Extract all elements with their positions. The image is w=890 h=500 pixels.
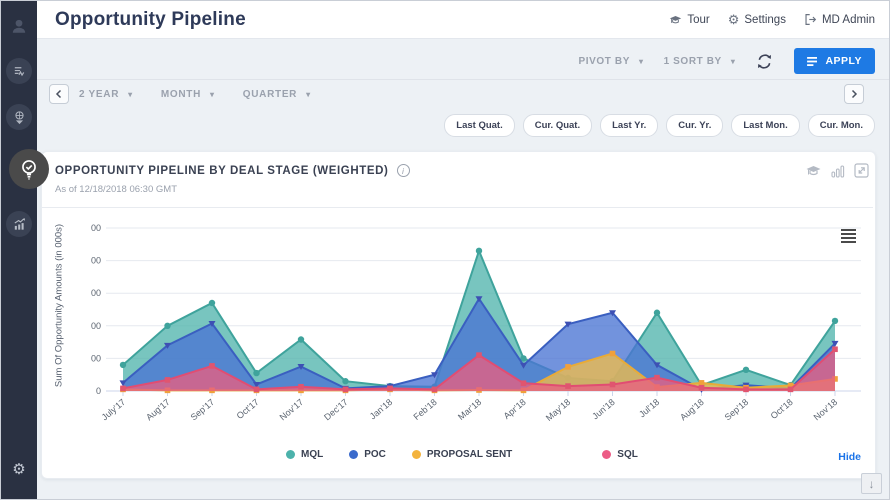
growth-chart-icon[interactable]: [6, 211, 32, 237]
sidebar-item-insights-active[interactable]: [9, 149, 49, 189]
chart-card-actions: [805, 163, 869, 178]
learn-graduation-cap-icon[interactable]: [805, 164, 822, 178]
page-title: Opportunity Pipeline: [55, 9, 246, 31]
chevron-down-icon: ▾: [639, 57, 644, 66]
svg-text:300: 300: [91, 288, 101, 298]
sidebar: ⚙: [1, 1, 37, 499]
top-header: Opportunity Pipeline Tour ⚙ Settings MD …: [37, 1, 889, 39]
time-range-dropdowns: 2 YEAR▾ MONTH▾ QUARTER▾: [79, 84, 311, 104]
section-divider: [37, 79, 889, 80]
svg-text:100: 100: [91, 353, 101, 363]
prev-period-button[interactable]: [49, 84, 69, 104]
card-divider: [42, 207, 873, 208]
svg-text:200: 200: [91, 321, 101, 331]
pivot-by-dropdown[interactable]: PIVOT BY▾: [579, 56, 644, 67]
settings-button[interactable]: ⚙ Settings: [728, 12, 786, 28]
account-label: MD Admin: [822, 14, 875, 26]
legend-item-poc[interactable]: POC: [349, 449, 386, 460]
info-icon[interactable]: i: [397, 164, 410, 177]
svg-text:500: 500: [91, 223, 101, 233]
y-axis-title: Sum Of Opportunity Amounts (in 000s): [54, 191, 65, 421]
svg-text:Nov'18: Nov'18: [812, 397, 840, 422]
svg-text:Aug'17: Aug'17: [144, 397, 172, 422]
tour-button[interactable]: Tour: [669, 14, 709, 26]
mql-color-dot: [286, 450, 295, 459]
chart-card-title: OPPORTUNITY PIPELINE BY DEAL STAGE (WEIG…: [55, 165, 389, 177]
filter-last-month[interactable]: Last Mon.: [731, 114, 799, 137]
apply-label: APPLY: [825, 55, 862, 67]
expand-icon[interactable]: [854, 163, 869, 178]
refresh-button[interactable]: [755, 52, 774, 71]
svg-text:Apr'18: Apr'18: [502, 397, 528, 421]
legend-item-mql[interactable]: MQL: [286, 449, 323, 460]
chart-type-icon[interactable]: [831, 164, 845, 178]
chevron-down-icon: ▾: [128, 90, 133, 99]
svg-text:July'17: July'17: [100, 397, 128, 422]
tour-label: Tour: [687, 14, 709, 26]
gear-icon: ⚙: [728, 12, 740, 28]
svg-text:Sep'18: Sep'18: [723, 397, 751, 422]
chevron-down-icon: ▾: [731, 57, 736, 66]
range-dropdown-quarter[interactable]: QUARTER▾: [243, 89, 311, 100]
filter-last-quarter[interactable]: Last Quat.: [444, 114, 514, 137]
filter-current-year[interactable]: Cur. Yr.: [666, 114, 723, 137]
range-dropdown-2year[interactable]: 2 YEAR▾: [79, 89, 133, 100]
svg-text:Jun'18: Jun'18: [590, 397, 617, 422]
filter-last-year[interactable]: Last Yr.: [600, 114, 658, 137]
svg-text:Mar'18: Mar'18: [456, 397, 483, 422]
apply-button[interactable]: APPLY: [794, 48, 875, 74]
svg-text:Dec'17: Dec'17: [322, 397, 350, 422]
list-icon: [807, 57, 818, 66]
account-menu[interactable]: MD Admin: [804, 13, 875, 26]
poc-color-dot: [349, 450, 358, 459]
sql-color-dot: [602, 450, 611, 459]
user-avatar-icon[interactable]: [6, 13, 32, 39]
sort-by-dropdown[interactable]: 1 SORT BY▾: [664, 56, 736, 67]
chevron-down-icon: ▾: [210, 90, 215, 99]
legend-item-sql[interactable]: SQL: [602, 449, 638, 460]
svg-text:May'18: May'18: [544, 397, 572, 423]
svg-text:Aug'18: Aug'18: [678, 397, 706, 422]
chevron-down-icon: ▾: [306, 90, 311, 99]
graduation-cap-icon: [669, 14, 682, 26]
svg-text:Jul'18: Jul'18: [637, 397, 661, 420]
chart-legend: MQL POC PROPOSAL SENT SQL: [286, 449, 638, 460]
proposal-sent-color-dot: [412, 450, 421, 459]
range-dropdown-month[interactable]: MONTH▾: [161, 89, 215, 100]
app-window: ⚙ Opportunity Pipeline Tour ⚙ Settings M…: [0, 0, 890, 500]
sidebar-settings-gear-icon[interactable]: ⚙: [6, 456, 32, 482]
as-of-timestamp: As of 12/18/2018 06:30 GMT: [55, 184, 177, 195]
quick-filters: Last Quat. Cur. Quat. Last Yr. Cur. Yr. …: [444, 114, 875, 137]
svg-text:0: 0: [96, 386, 101, 396]
svg-text:Jan'18: Jan'18: [368, 397, 395, 422]
sign-out-icon: [804, 13, 817, 26]
svg-text:Feb'18: Feb'18: [411, 397, 438, 422]
globe-funnel-icon[interactable]: [6, 104, 32, 130]
hide-link[interactable]: Hide: [838, 451, 861, 463]
scroll-down-button[interactable]: ↓: [861, 473, 882, 494]
header-menu: Tour ⚙ Settings MD Admin: [669, 12, 875, 28]
svg-text:Nov'17: Nov'17: [278, 397, 306, 422]
legend-item-proposal-sent[interactable]: PROPOSAL SENT: [412, 449, 512, 460]
settings-label: Settings: [744, 14, 786, 26]
svg-text:400: 400: [91, 256, 101, 266]
svg-text:Oct'18: Oct'18: [769, 397, 795, 421]
next-period-button[interactable]: [844, 84, 864, 104]
svg-text:Sep'17: Sep'17: [189, 397, 217, 422]
toolbar: PIVOT BY▾ 1 SORT BY▾ APPLY: [579, 46, 875, 76]
filter-current-month[interactable]: Cur. Mon.: [808, 114, 875, 137]
filter-current-quarter[interactable]: Cur. Quat.: [523, 114, 592, 137]
svg-text:Oct'17: Oct'17: [235, 397, 261, 421]
activity-log-icon[interactable]: [6, 58, 32, 84]
pipeline-area-chart[interactable]: 0 100 200 300 400 500 July'17 Aug'17 Sep'17 Oct'1…: [91, 221, 866, 436]
